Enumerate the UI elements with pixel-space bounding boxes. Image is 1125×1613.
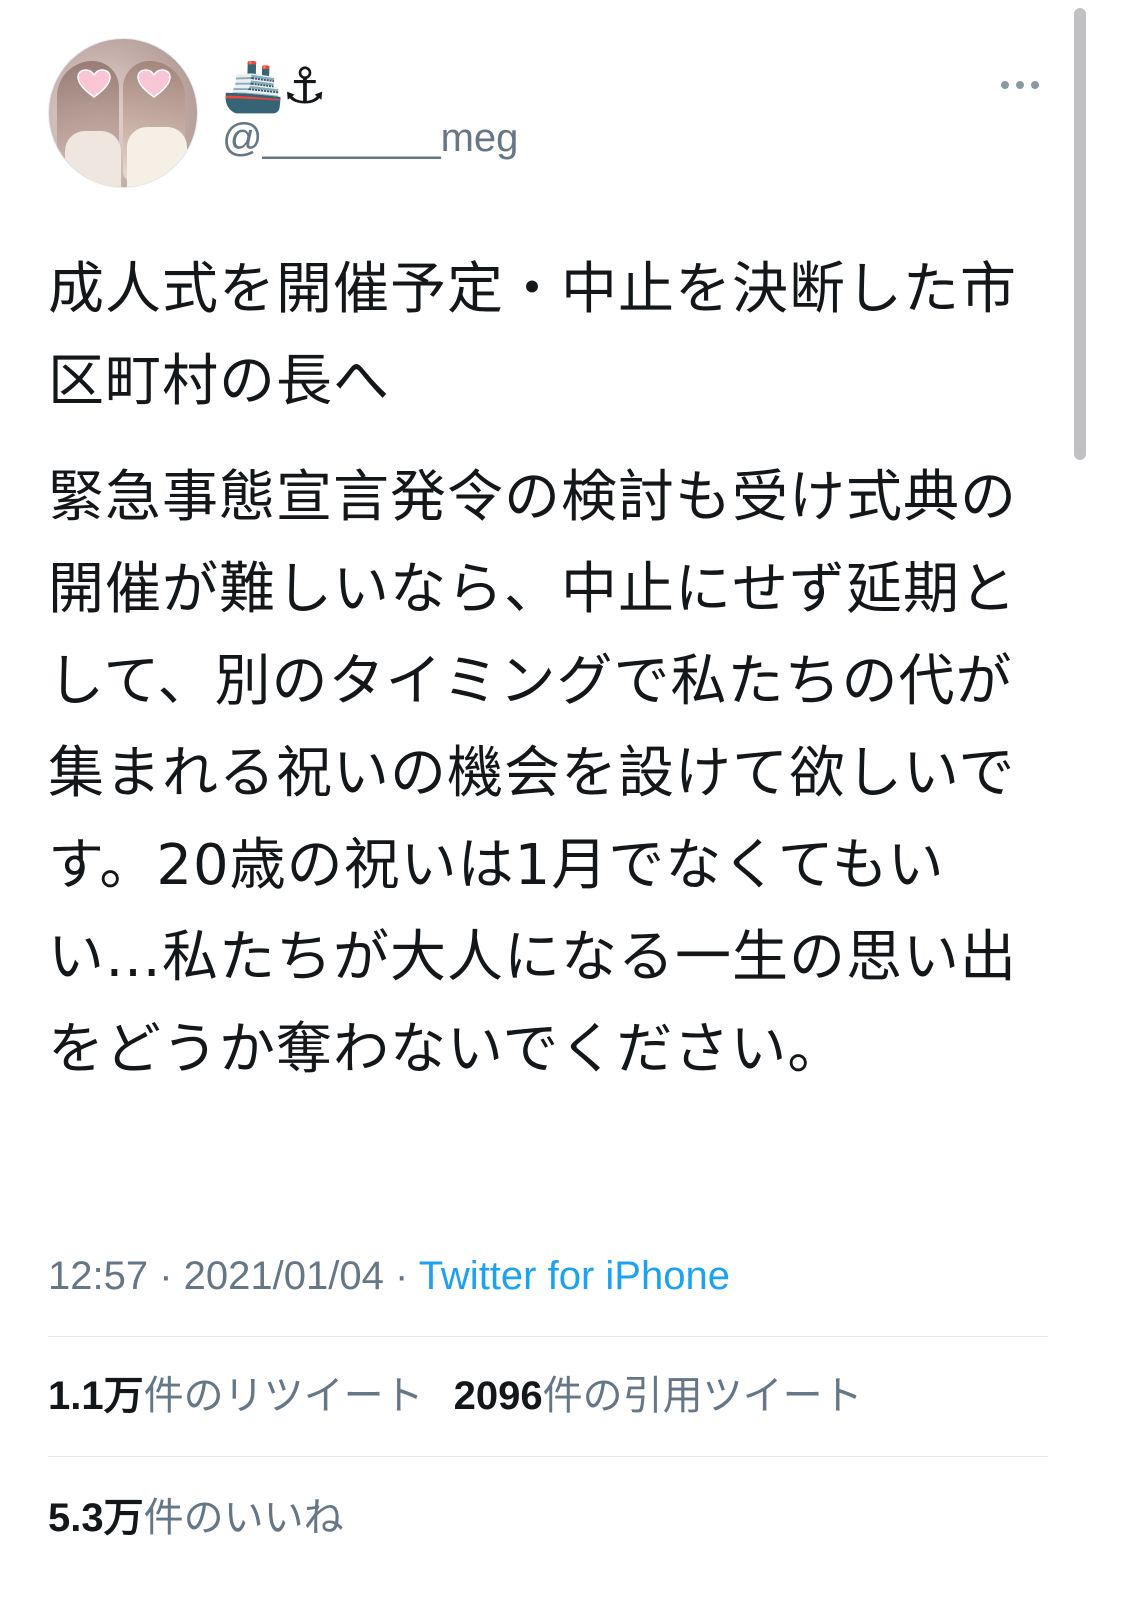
avatar[interactable] [48, 38, 198, 188]
retweets-stat[interactable]: 1.1万件のリツイート [48, 1374, 424, 1418]
tweet-source-link[interactable]: Twitter for iPhone [419, 1254, 730, 1298]
tweet-text-body: 緊急事態宣言発令の検討も受け式典の開催が難しいなら、中止にせず延期として、別のタ… [48, 465, 1017, 1082]
likes-stat[interactable]: 5.3万件のいいね [48, 1496, 344, 1540]
divider [48, 1336, 1048, 1337]
heart-sticker-icon [77, 69, 111, 98]
likes-label: 件のいいね [143, 1496, 344, 1540]
user-handle[interactable]: @________meg [222, 112, 518, 164]
quotes-count: 2096 [453, 1374, 543, 1418]
tweet: 🚢⚓ @________meg 成人式を開催予定・中止を決断した市区町村の長へ … [0, 0, 1125, 1613]
more-dot [1031, 81, 1039, 89]
quotes-label: 件の引用ツイート [542, 1374, 863, 1418]
tweet-text-heading: 成人式を開催予定・中止を決断した市区町村の長へ [48, 257, 1017, 414]
heart-sticker-icon [137, 69, 171, 98]
tweet-meta: 12:57 · 2021/01/04 · Twitter for iPhone [48, 1248, 730, 1304]
retweets-count: 1.1万 [48, 1374, 144, 1418]
meta-separator: · [148, 1254, 184, 1298]
more-options-icon[interactable] [990, 60, 1050, 110]
meta-separator: · [383, 1254, 419, 1298]
display-name[interactable]: 🚢⚓ [222, 56, 327, 116]
tweet-time: 12:57 [48, 1254, 149, 1298]
avatar-body-right [127, 127, 187, 187]
tweet-date: 2021/01/04 [183, 1254, 384, 1298]
divider [48, 1456, 1048, 1457]
more-dot [1016, 81, 1024, 89]
stats-row-likes: 5.3万件のいいね [48, 1490, 344, 1546]
retweets-label: 件のリツイート [143, 1374, 424, 1418]
avatar-body-left [65, 131, 121, 187]
stats-row-retweets: 1.1万件のリツイート 2096件の引用ツイート [48, 1368, 863, 1424]
likes-count: 5.3万 [48, 1496, 144, 1540]
quotes-stat[interactable]: 2096件の引用ツイート [454, 1374, 863, 1418]
scrollbar[interactable] [1074, 8, 1086, 460]
more-dot [1001, 81, 1009, 89]
